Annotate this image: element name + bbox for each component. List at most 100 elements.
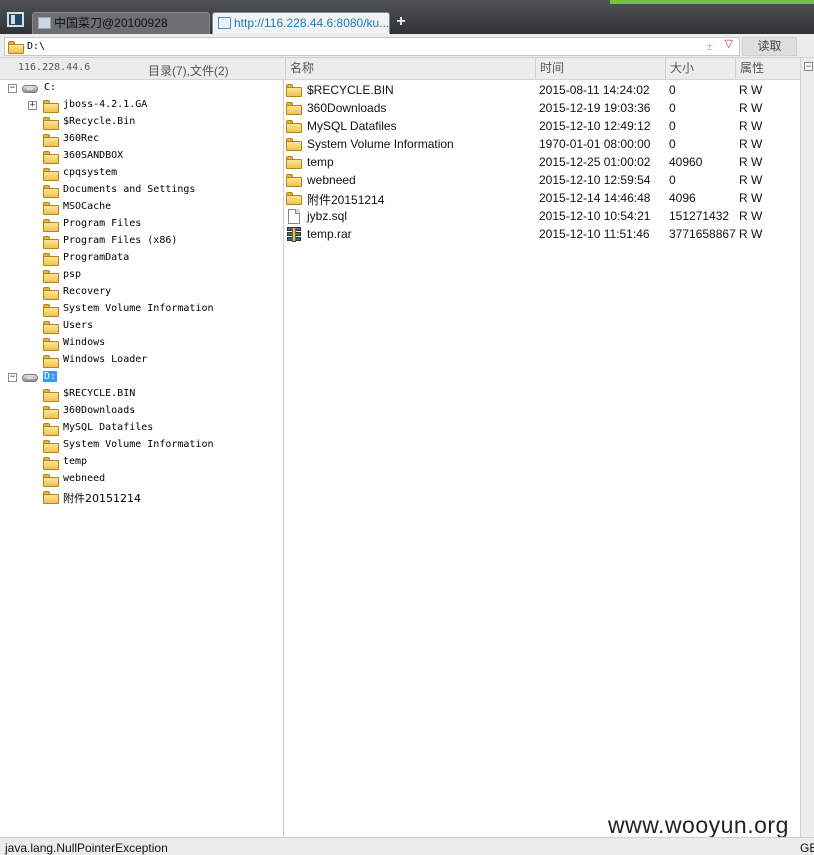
server-ip: 116.228.44.6	[18, 62, 91, 73]
side-panel-edge: −	[800, 58, 814, 837]
tree-item-label: Program Files	[63, 218, 142, 229]
file-row[interactable]: $RECYCLE.BIN 2015-08-11 14:24:02 0 R W	[284, 81, 800, 99]
file-name: System Volume Information	[307, 137, 454, 151]
tree-item[interactable]: 360Downloads	[43, 404, 278, 421]
folder-icon	[43, 117, 59, 130]
folder-icon	[43, 253, 59, 266]
tree-item-label: System Volume Information	[63, 439, 214, 450]
tree-item[interactable]: Windows Loader	[43, 353, 278, 370]
tab-label: http://116.228.44.6:8080/ku...	[234, 16, 390, 30]
folder-icon	[43, 236, 59, 249]
tree-item[interactable]: System Volume Information	[43, 302, 278, 319]
file-row[interactable]: temp.rar 2015-12-10 11:51:46 3771658867 …	[284, 225, 800, 243]
folder-icon	[43, 304, 59, 317]
file-size: 3771658867	[669, 227, 736, 241]
tree-item-label: cpqsystem	[63, 167, 118, 178]
tree-item[interactable]: temp	[43, 455, 278, 472]
tree-item[interactable]: Program Files	[43, 217, 278, 234]
folder-icon	[286, 120, 302, 133]
file-name: webneed	[307, 173, 356, 187]
watermark: www.wooyun.org	[608, 812, 789, 838]
tree-item[interactable]: Program Files (x86)	[43, 234, 278, 251]
tree-item[interactable]: cpqsystem	[43, 166, 278, 183]
collapse-toggle[interactable]: −	[8, 84, 17, 93]
progress-strip	[610, 0, 814, 4]
tab-remote-url[interactable]: http://116.228.44.6:8080/ku...	[212, 12, 390, 34]
tree-item[interactable]: ProgramData	[43, 251, 278, 268]
file-row[interactable]: 附件20151214 2015-12-14 14:46:48 4096 R W	[284, 189, 800, 207]
tree-item[interactable]: $Recycle.Bin	[43, 115, 278, 132]
collapse-toggle[interactable]: −	[8, 373, 17, 382]
tree-item[interactable]: webneed	[43, 472, 278, 489]
path-input[interactable]	[27, 39, 697, 54]
folder-icon	[43, 287, 59, 300]
tree-item[interactable]: Documents and Settings	[43, 183, 278, 200]
file-size: 40960	[669, 155, 703, 169]
file-size: 4096	[669, 191, 696, 205]
chevron-down-icon[interactable]: ▽	[725, 37, 733, 50]
file-time: 2015-12-10 10:54:21	[539, 209, 651, 223]
folder-icon	[43, 491, 59, 504]
tree-drive-c[interactable]: − C:	[8, 81, 278, 98]
file-row[interactable]: temp 2015-12-25 01:00:02 40960 R W	[284, 153, 800, 171]
folder-icon	[286, 174, 302, 187]
tree-item[interactable]: psp	[43, 268, 278, 285]
tree-item[interactable]: $RECYCLE.BIN	[43, 387, 278, 404]
tree-item[interactable]: + jboss-4.2.1.GA	[28, 98, 278, 115]
file-time: 2015-12-14 14:46:48	[539, 191, 651, 205]
folder-icon	[43, 270, 59, 283]
file-name: 附件20151214	[307, 193, 385, 207]
tree-item-label: temp	[63, 456, 88, 467]
file-row[interactable]: jybz.sql 2015-12-10 10:54:21 151271432 R…	[284, 207, 800, 225]
status-message: java.lang.NullPointerException	[5, 841, 168, 855]
file-row[interactable]: System Volume Information 1970-01-01 08:…	[284, 135, 800, 153]
directory-stats: 目录(7),文件(2)	[148, 64, 229, 78]
file-attributes: R W	[739, 209, 763, 223]
tree-item[interactable]: 360SANDBOX	[43, 149, 278, 166]
folder-icon	[286, 156, 302, 169]
new-tab-button[interactable]: +	[393, 12, 409, 32]
tree-item-label: ProgramData	[63, 252, 130, 263]
path-box: ± ▽	[4, 37, 740, 56]
tree-item-label: psp	[63, 269, 82, 280]
file-row[interactable]: webneed 2015-12-10 12:59:54 0 R W	[284, 171, 800, 189]
tree-drive-d[interactable]: − D:	[8, 370, 278, 387]
file-time: 2015-12-19 19:03:36	[539, 101, 651, 115]
directory-tree: − C: + jboss-4.2.1.GA $Recycle.Bin 360Re…	[3, 80, 284, 837]
tab-caidao[interactable]: 中国菜刀@20100928	[32, 12, 210, 34]
status-bar: java.lang.NullPointerException GE	[0, 837, 814, 855]
expand-toggle[interactable]: +	[28, 101, 37, 110]
file-name: $RECYCLE.BIN	[307, 83, 394, 97]
folder-icon	[286, 84, 302, 97]
file-time: 1970-01-01 08:00:00	[539, 137, 651, 151]
column-header-size[interactable]: 大小	[665, 58, 735, 79]
file-attributes: R W	[739, 155, 763, 169]
drive-icon	[22, 85, 38, 93]
tree-item-label: 附件20151214	[63, 492, 141, 505]
file-name: MySQL Datafiles	[307, 119, 397, 133]
tree-item[interactable]: Windows	[43, 336, 278, 353]
tree-item[interactable]: System Volume Information	[43, 438, 278, 455]
file-size: 0	[669, 83, 676, 97]
rar-archive-icon	[286, 227, 302, 242]
panel-toggle-icon[interactable]: −	[804, 62, 813, 71]
folder-icon	[286, 102, 302, 115]
file-row[interactable]: MySQL Datafiles 2015-12-10 12:49:12 0 R …	[284, 117, 800, 135]
read-button[interactable]: 读取	[742, 37, 797, 56]
tree-item[interactable]: 附件20151214	[43, 489, 278, 506]
plus-minus-icon[interactable]: ±	[706, 39, 713, 53]
file-size: 0	[669, 173, 676, 187]
tree-item-label: Recovery	[63, 286, 112, 297]
column-header-attributes[interactable]: 属性	[735, 58, 800, 79]
document-icon	[288, 209, 300, 224]
tree-item[interactable]: MSOCache	[43, 200, 278, 217]
tree-item[interactable]: Users	[43, 319, 278, 336]
tree-item-label: Users	[63, 320, 94, 331]
file-row[interactable]: 360Downloads 2015-12-19 19:03:36 0 R W	[284, 99, 800, 117]
tree-item-label: 360Downloads	[63, 405, 136, 416]
column-header-time[interactable]: 时间	[535, 58, 665, 79]
tree-item[interactable]: MySQL Datafiles	[43, 421, 278, 438]
tree-item[interactable]: Recovery	[43, 285, 278, 302]
column-header-name[interactable]: 名称	[285, 58, 535, 79]
tree-item[interactable]: 360Rec	[43, 132, 278, 149]
